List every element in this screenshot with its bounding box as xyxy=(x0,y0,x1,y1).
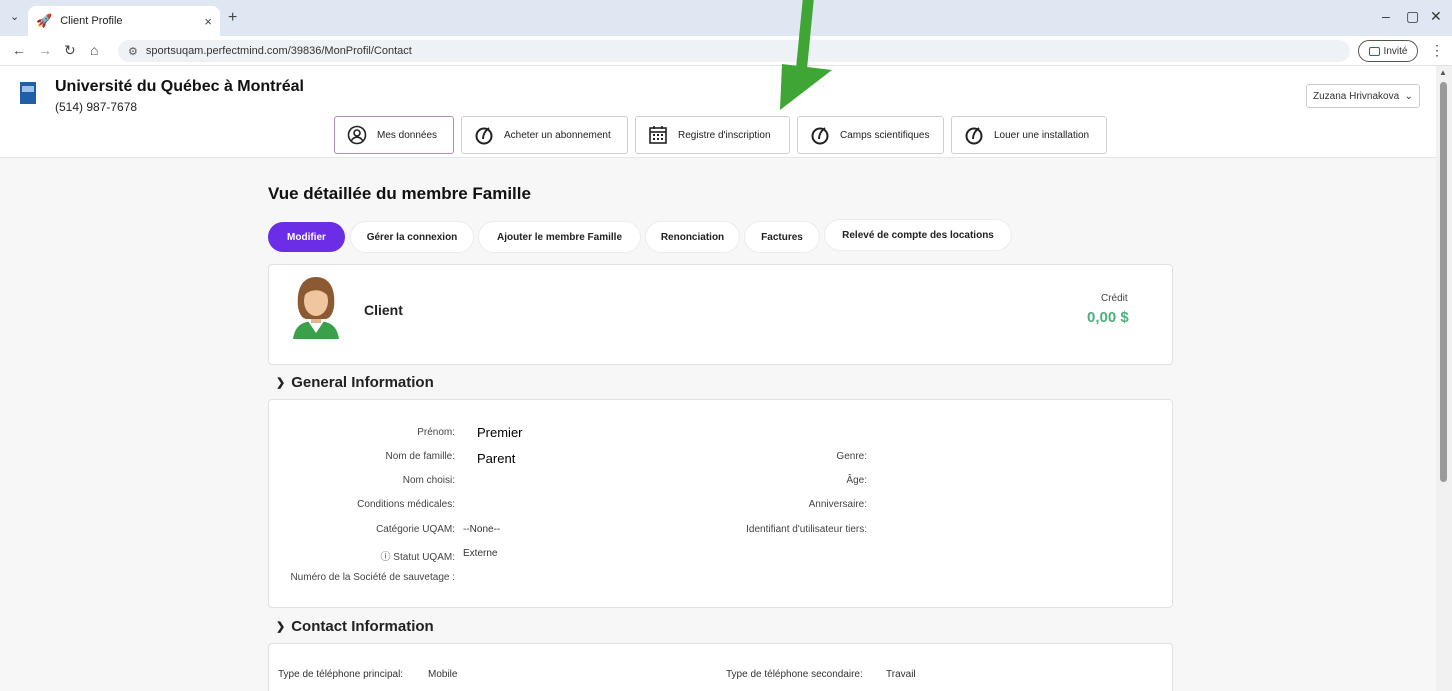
back-icon[interactable]: ← xyxy=(12,42,26,58)
nav-camps-scientifiques[interactable]: Camps scientifiques xyxy=(797,116,944,154)
nav-mes-donnees[interactable]: Mes données xyxy=(334,116,454,154)
field-value-primary-phone: Mobile xyxy=(428,669,458,680)
new-tab-icon[interactable]: + xyxy=(228,9,237,27)
org-phone: (514) 987-7678 xyxy=(55,100,138,114)
field-label-nom-choisi: Nom choisi: xyxy=(402,475,455,486)
user-name: Zuzana Hrivnakova xyxy=(1313,90,1400,102)
renonciation-button[interactable]: Renonciation xyxy=(646,222,739,252)
factures-button[interactable]: Factures xyxy=(745,222,819,252)
browser-tab-bar: ⌄ 🚀 Client Profile × + – ▢ ✕ xyxy=(0,0,1452,36)
leaf-icon xyxy=(810,125,830,145)
nav-louer-installation[interactable]: Louer une installation xyxy=(951,116,1107,154)
profile-card: Client Crédit 0,00 $ xyxy=(268,264,1173,365)
home-icon[interactable]: ⌂ xyxy=(90,42,98,58)
credit-label: Crédit xyxy=(1101,293,1128,304)
client-name: Client xyxy=(364,302,403,318)
tab-title: Client Profile xyxy=(60,15,123,27)
site-header: Université du Québec à Montréal (514) 98… xyxy=(0,66,1436,158)
credit-value: 0,00 $ xyxy=(1087,309,1129,326)
field-label-anniversaire: Anniversaire: xyxy=(808,499,867,510)
field-value-prenom: Premier xyxy=(477,425,523,440)
section-heading: General Information xyxy=(291,374,434,391)
contact-info-card: Type de téléphone principal: Mobile Type… xyxy=(268,643,1173,691)
tab-search-icon[interactable]: ⌄ xyxy=(10,10,19,23)
avatar xyxy=(293,277,339,339)
section-heading: Contact Information xyxy=(291,618,434,635)
chevron-down-icon: ⌄ xyxy=(1404,90,1413,102)
field-label-secondary-phone: Type de téléphone secondaire: xyxy=(726,669,863,680)
leaf-icon xyxy=(474,125,494,145)
field-value-secondary-phone: Travail xyxy=(886,669,916,680)
url-field[interactable]: ⚙ sportsuqam.perfectmind.com/39836/MonPr… xyxy=(118,40,1350,62)
field-value-categorie: --None-- xyxy=(463,524,501,535)
reload-icon[interactable]: ↻ xyxy=(64,42,76,59)
nav-label: Registre d'inscription xyxy=(678,129,771,141)
browser-menu-icon[interactable]: ⋮ xyxy=(1430,42,1444,59)
general-info-card: Prénom: Premier Nom de famille: Parent N… xyxy=(268,399,1173,608)
general-info-toggle[interactable]: ❯ General Information xyxy=(276,374,434,391)
field-label-primary-phone: Type de téléphone principal: xyxy=(278,669,404,680)
nav-label: Acheter un abonnement xyxy=(504,129,611,141)
restore-icon[interactable]: ▢ xyxy=(1406,8,1419,25)
forward-icon[interactable]: → xyxy=(38,42,52,58)
field-label-categorie: Catégorie UQAM: xyxy=(376,524,455,535)
user-circle-icon xyxy=(347,125,367,145)
nav-label: Mes données xyxy=(377,129,438,141)
page-title: Vue détaillée du membre Famille xyxy=(268,184,531,203)
field-label-statut: ⓘ Statut UQAM: xyxy=(380,552,455,563)
modifier-button[interactable]: Modifier xyxy=(268,222,345,252)
uqam-logo[interactable] xyxy=(20,82,36,104)
scroll-thumb[interactable] xyxy=(1440,82,1447,482)
field-label-sauvetage: Numéro de la Société de sauvetage : xyxy=(290,572,455,583)
ajouter-membre-button[interactable]: Ajouter le membre Famille xyxy=(479,222,640,252)
rocket-favicon-icon: 🚀 xyxy=(36,13,53,28)
field-label-nom: Nom de famille: xyxy=(385,451,455,462)
minimize-icon[interactable]: – xyxy=(1382,8,1390,24)
chevron-down-icon: ❯ xyxy=(276,621,286,633)
leaf-icon xyxy=(964,125,984,145)
releve-locations-button[interactable]: Relevé de compte des locations xyxy=(825,220,1011,250)
close-tab-icon[interactable]: × xyxy=(204,14,212,29)
field-label-genre: Genre: xyxy=(836,451,867,462)
field-label-conditions: Conditions médicales: xyxy=(357,499,455,510)
field-value-statut: Externe xyxy=(463,548,498,559)
field-label-identifiant-tiers: Identifiant d'utilisateur tiers: xyxy=(746,524,867,535)
browser-tab[interactable]: 🚀 Client Profile × xyxy=(28,6,220,36)
field-label-age: Âge: xyxy=(846,475,867,486)
close-window-icon[interactable]: ✕ xyxy=(1430,8,1442,25)
nav-registre-inscription[interactable]: Registre d'inscription xyxy=(635,116,790,154)
url-text: sportsuqam.perfectmind.com/39836/MonProf… xyxy=(145,45,412,57)
field-value-nom: Parent xyxy=(477,451,516,466)
site-info-icon[interactable]: ⚙ xyxy=(128,45,138,58)
gerer-connexion-button[interactable]: Gérer la connexion xyxy=(351,222,473,252)
nav-acheter-abonnement[interactable]: Acheter un abonnement xyxy=(461,116,628,154)
profile-icon xyxy=(1368,46,1380,56)
org-name: Université du Québec à Montréal xyxy=(55,78,304,95)
profile-button[interactable]: Invité xyxy=(1358,40,1418,62)
chevron-down-icon: ❯ xyxy=(276,377,286,389)
nav-label: Camps scientifiques xyxy=(840,129,930,141)
user-menu-dropdown[interactable]: Zuzana Hrivnakova ⌄ xyxy=(1306,84,1420,108)
annotation-arrow-icon xyxy=(780,0,832,110)
scroll-up-icon[interactable]: ▲ xyxy=(1439,68,1447,77)
nav-label: Louer une installation xyxy=(994,129,1090,141)
field-label-prenom: Prénom: xyxy=(417,427,455,438)
calendar-icon xyxy=(648,125,668,145)
profile-label: Invité xyxy=(1383,45,1408,57)
contact-info-toggle[interactable]: ❯ Contact Information xyxy=(276,618,434,635)
address-bar: ← → ↻ ⌂ ⚙ sportsuqam.perfectmind.com/398… xyxy=(0,36,1452,66)
